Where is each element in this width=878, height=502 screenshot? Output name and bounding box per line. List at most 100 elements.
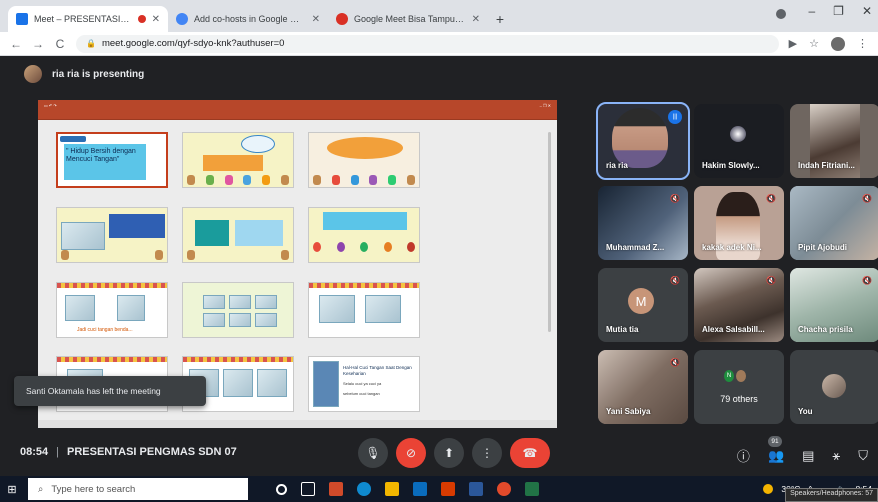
minimize-icon[interactable]: – [808,4,815,18]
task-view-icon[interactable] [301,482,315,496]
tab-add-cohosts[interactable]: Add co-hosts in Google Meet - C ✕ [168,6,328,32]
soap-photo [117,294,145,321]
windows-taskbar: ⊞ ⌕ Type here to search 30°C ^ ☁ 🔈 8:54 [0,476,878,502]
weather-icon[interactable] [763,484,774,494]
present-icon: ⬆ [443,446,455,460]
participant-name: You [798,407,813,416]
cortana-icon[interactable] [276,483,287,495]
others-count: 79 others [720,394,758,404]
chat-icon[interactable]: ▤ [802,448,814,464]
others-avatars: N [724,370,746,386]
handwash-step-photo [203,312,225,327]
app-icon[interactable] [329,482,343,496]
handwash-step-photo [255,294,277,309]
participant-avatar: M [628,288,654,314]
muted-mic-icon: 🔇 [862,194,872,203]
cartoon-figures [187,249,289,260]
excel-icon[interactable] [525,482,539,496]
meeting-title: PRESENTASI PENGMAS SDN 07 [67,446,237,458]
search-placeholder: Type here to search [51,483,136,495]
tab-google-meet-article[interactable]: Google Meet Bisa Tampung 25 C ✕ [328,6,488,32]
powerpoint-titlebar: ▭ ↶ ↷ – ❐ ✕ [38,100,557,110]
people-icon[interactable]: 👥 [768,448,784,464]
present-now-button[interactable]: ⬆ [434,438,464,468]
cartoon-figures [61,249,163,260]
office-icon[interactable] [441,482,455,496]
file-explorer-icon[interactable] [385,482,399,496]
edge-icon[interactable] [357,482,371,496]
participant-tile-alexa[interactable]: 🔇 Alexa Salsabill... [694,268,784,342]
address-bar-row: ← → C 🔒 meet.google.com/qyf-sdyo-knk?aut… [0,32,878,56]
participant-tile-kakak-adek[interactable]: 🔇 kakak adek Ni... [694,186,784,260]
handwash-step-photo [255,312,277,327]
handwash-photo [257,369,287,398]
restore-icon[interactable]: ❐ [833,4,844,18]
close-window-icon[interactable]: ✕ [862,4,872,18]
profile-indicator-icon[interactable] [776,9,786,19]
slide-thumbnail: 4 [56,206,168,263]
meeting-details-icon[interactable]: ⓘ [737,446,750,465]
store-icon[interactable] [413,482,427,496]
reload-icon[interactable]: C [54,37,66,51]
google-favicon-icon [176,13,188,25]
leave-call-button[interactable]: ☎ [510,438,550,468]
slide12-line2: sebelum cuci tangan [343,391,380,397]
meeting-time: 08:54 [20,446,49,458]
participant-tile-you[interactable]: You [790,350,878,424]
close-tab-icon[interactable]: ✕ [152,14,160,25]
url-field[interactable]: 🔒 meet.google.com/qyf-sdyo-knk?authuser=… [76,34,779,53]
participant-tile-chacha[interactable]: 🔇 Chacha prisila [790,268,878,342]
windows-start-icon[interactable]: ⊞ [0,476,24,502]
germ-figures [313,241,415,252]
activities-icon[interactable]: ⚹ [832,448,840,464]
meeting-controls-bar: 08:54 | PRESENTASI PENGMAS SDN 07 🎙 ⊘ ⬆ … [0,432,878,476]
new-tab-button[interactable]: + [488,6,512,32]
profile-avatar[interactable] [831,36,845,51]
muted-mic-icon: 🔇 [670,194,680,203]
participant-tile-ria-ria[interactable]: ||| ria ria [596,102,690,180]
speaking-indicator-icon: ||| [668,110,682,124]
participant-tile-hakim[interactable]: Hakim Slowly... [694,104,784,178]
handwash-step-photo [229,312,251,327]
camera-in-use-icon[interactable]: ▶ [789,37,797,50]
participant-tile-mutia[interactable]: M 🔇 Mutia tia [598,268,688,342]
close-tab-icon[interactable]: ✕ [472,14,480,25]
muted-mic-icon: 🔇 [766,194,776,203]
forward-icon[interactable]: → [32,37,44,51]
slide-border [309,282,419,288]
slide-thumbnail: " Hidup Bersih dengan Mencuci Tangan" 1 [56,132,168,188]
cartoon-figures [187,175,289,185]
handwash-photo [223,369,253,398]
back-icon[interactable]: ← [10,37,22,51]
participant-tile-pipit[interactable]: 🔇 Pipit Ajobudi [790,186,878,260]
participant-tile-yani[interactable]: 🔇 Yani Sabiya [598,350,688,424]
close-tab-icon[interactable]: ✕ [312,14,320,25]
participant-name: Chacha prisila [798,325,853,334]
muted-mic-icon: 🔇 [670,358,680,367]
participant-name: kakak adek Ni... [702,243,762,252]
participant-tile-indah[interactable]: Indah Fitriani... [790,104,878,178]
slide-textbox [323,211,407,230]
browser-menu-icon[interactable]: ⋮ [857,37,868,50]
taskbar-search-box[interactable]: ⌕ Type here to search [28,478,248,500]
recording-indicator-icon [137,15,146,23]
camera-toggle-button[interactable]: ⊘ [396,438,426,468]
slide-logo [60,136,86,142]
meeting-info: 08:54 | PRESENTASI PENGMAS SDN 07 [20,446,237,458]
slide-photo [313,361,339,408]
participant-name: Muhammad Z... [606,243,665,252]
participant-tile-muhammad[interactable]: 🔇 Muhammad Z... [598,186,688,260]
word-icon[interactable] [469,482,483,496]
participant-left-toast: Santi Oktamala has left the meeting [14,376,206,406]
mic-icon: 🎙 [365,446,381,460]
microphone-button[interactable]: 🎙 [358,438,388,468]
bookmark-star-icon[interactable]: ☆ [809,37,819,50]
participant-tile-others[interactable]: N 79 others [694,350,784,424]
tap-photo [65,294,95,321]
more-options-button[interactable]: ⋮ [472,438,502,468]
chrome-icon[interactable] [497,482,511,496]
side-panel-controls: ⓘ 👥 ▤ ⚹ ⛉ [737,446,868,465]
host-controls-icon[interactable]: ⛉ [858,448,868,464]
speaker-tooltip: Speakers/Headphones: 57 [785,488,878,502]
tab-meet[interactable]: Meet – PRESENTASI PENGMA ✕ [8,6,168,32]
